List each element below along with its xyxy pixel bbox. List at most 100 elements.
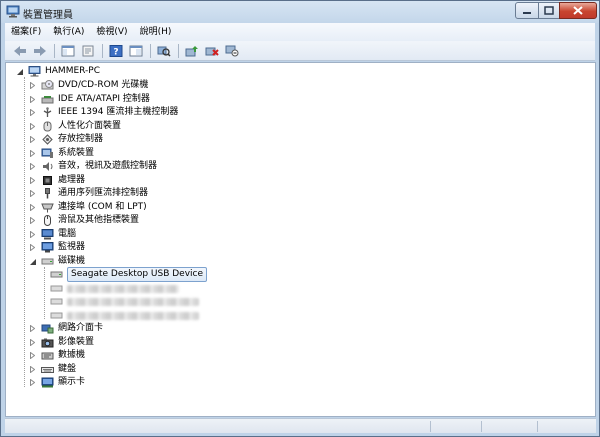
disk-drive-icon bbox=[41, 256, 54, 267]
tree-item-imaging[interactable]: 影像裝置 bbox=[29, 336, 94, 349]
tree-item-storage[interactable]: 存放控制器 bbox=[29, 133, 103, 146]
device-manager-icon bbox=[6, 5, 20, 18]
tree-connector-line bbox=[44, 267, 45, 319]
forward-icon bbox=[33, 45, 46, 56]
tree-item-label: 連接埠 (COM 和 LPT) bbox=[58, 202, 147, 212]
disable-button[interactable] bbox=[223, 43, 240, 59]
ieee1394-icon bbox=[41, 107, 54, 118]
tree-item-disk-redacted[interactable] bbox=[50, 295, 199, 308]
expand-arrow-icon[interactable] bbox=[29, 322, 36, 335]
tree-item-seagate-usb[interactable]: Seagate Desktop USB Device bbox=[50, 267, 208, 282]
back-button[interactable] bbox=[11, 43, 28, 59]
tree-item-modem[interactable]: 數據機 bbox=[29, 349, 85, 362]
tree-item-label: IDE ATA/ATAPI 控制器 bbox=[58, 94, 150, 104]
disk-drive-icon bbox=[50, 296, 63, 307]
tree-item-usb[interactable]: 通用序列匯流排控制器 bbox=[29, 187, 148, 200]
expand-arrow-icon[interactable] bbox=[29, 106, 36, 119]
imaging-device-icon bbox=[41, 337, 54, 348]
tree-item-system[interactable]: 系統裝置 bbox=[29, 147, 94, 160]
optical-drive-icon bbox=[41, 80, 54, 91]
tree-item-ide[interactable]: IDE ATA/ATAPI 控制器 bbox=[29, 93, 150, 106]
status-bar-pane bbox=[537, 421, 595, 432]
tree-item-network[interactable]: 網路介面卡 bbox=[29, 322, 103, 335]
collapse-arrow-icon[interactable] bbox=[16, 65, 23, 78]
tree-item-mouse[interactable]: 滑鼠及其他指標裝置 bbox=[29, 214, 139, 227]
tree-item-label: 處理器 bbox=[58, 175, 86, 185]
expand-arrow-icon[interactable] bbox=[29, 133, 36, 146]
keyboard-icon bbox=[41, 364, 54, 375]
ide-controller-icon bbox=[41, 94, 54, 105]
tree-root[interactable]: HAMMER-PC bbox=[16, 65, 100, 78]
tree-item-processor[interactable]: 處理器 bbox=[29, 174, 85, 187]
expand-arrow-icon[interactable] bbox=[29, 241, 36, 254]
expand-arrow-icon[interactable] bbox=[29, 187, 36, 200]
forward-button[interactable] bbox=[31, 43, 48, 59]
help-button[interactable]: ? bbox=[107, 43, 124, 59]
tree-item-computer[interactable]: 電腦 bbox=[29, 228, 76, 241]
tree-item-hid[interactable]: 人性化介面裝置 bbox=[29, 120, 121, 133]
expand-arrow-icon[interactable] bbox=[29, 79, 36, 92]
tree-item-sound[interactable]: 音效，視訊及遊戲控制器 bbox=[29, 160, 157, 173]
close-button[interactable] bbox=[559, 2, 597, 19]
properties-button[interactable] bbox=[79, 43, 96, 59]
console-tree-button[interactable] bbox=[59, 43, 76, 59]
expand-arrow-icon[interactable] bbox=[29, 160, 36, 173]
tree-item-display[interactable]: 顯示卡 bbox=[29, 376, 85, 389]
expand-arrow-icon[interactable] bbox=[29, 214, 36, 227]
disk-drive-icon bbox=[50, 269, 63, 280]
redacted-text bbox=[67, 311, 199, 320]
expand-arrow-icon[interactable] bbox=[29, 93, 36, 106]
device-tree: HAMMER-PC DVD/CD-ROM 光碟機 IDE ATA/ATAPI 控… bbox=[5, 62, 596, 417]
tree-connector-line bbox=[24, 77, 25, 387]
tree-item-label: 監視器 bbox=[58, 242, 86, 252]
expand-arrow-icon[interactable] bbox=[29, 201, 36, 214]
properties-icon bbox=[82, 45, 93, 56]
tree-item-disk-redacted[interactable] bbox=[50, 309, 199, 322]
tree-item-label: 存放控制器 bbox=[58, 134, 104, 144]
processor-icon bbox=[41, 175, 54, 186]
close-icon bbox=[573, 6, 583, 15]
port-icon bbox=[41, 202, 54, 213]
tree-item-disk-redacted[interactable] bbox=[50, 282, 179, 295]
usb-controller-icon bbox=[41, 188, 54, 199]
expand-arrow-icon[interactable] bbox=[29, 376, 36, 389]
back-icon bbox=[13, 45, 26, 56]
storage-controller-icon bbox=[41, 134, 54, 145]
network-adapter-icon bbox=[41, 323, 54, 334]
expand-arrow-icon[interactable] bbox=[29, 336, 36, 349]
redacted-text bbox=[67, 297, 199, 306]
menu-file[interactable]: 檔案(F) bbox=[5, 23, 47, 41]
mouse-icon bbox=[41, 215, 54, 226]
menu-view[interactable]: 檢視(V) bbox=[90, 23, 133, 41]
selected-device-label: Seagate Desktop USB Device bbox=[67, 267, 208, 282]
uninstall-button[interactable] bbox=[203, 43, 220, 59]
tree-item-ports[interactable]: 連接埠 (COM 和 LPT) bbox=[29, 201, 147, 214]
scan-hardware-button[interactable] bbox=[155, 43, 172, 59]
expand-arrow-icon[interactable] bbox=[29, 120, 36, 133]
expand-arrow-icon[interactable] bbox=[29, 349, 36, 362]
disk-drive-icon bbox=[50, 283, 63, 294]
modem-icon bbox=[41, 350, 54, 361]
minimize-button[interactable] bbox=[515, 2, 539, 19]
tree-item-dvd-cdrom[interactable]: DVD/CD-ROM 光碟機 bbox=[29, 79, 148, 92]
menu-bar: 檔案(F) 執行(A) 檢視(V) 說明(H) bbox=[5, 23, 595, 41]
view-button[interactable] bbox=[127, 43, 144, 59]
console-tree-icon bbox=[61, 45, 74, 56]
tree-item-label: 系統裝置 bbox=[58, 148, 95, 158]
tree-item-label: 數據機 bbox=[58, 350, 86, 360]
maximize-button[interactable] bbox=[538, 2, 560, 19]
expand-arrow-icon[interactable] bbox=[29, 147, 36, 160]
expand-arrow-icon[interactable] bbox=[29, 174, 36, 187]
menu-action[interactable]: 執行(A) bbox=[47, 23, 90, 41]
collapse-arrow-icon[interactable] bbox=[29, 255, 36, 268]
help-icon: ? bbox=[109, 44, 122, 57]
tree-item-ieee1394[interactable]: IEEE 1394 匯流排主機控制器 bbox=[29, 106, 178, 119]
menu-help[interactable]: 說明(H) bbox=[134, 23, 178, 41]
tree-item-label: DVD/CD-ROM 光碟機 bbox=[58, 80, 149, 90]
tree-item-keyboard[interactable]: 鍵盤 bbox=[29, 363, 76, 376]
update-driver-button[interactable] bbox=[183, 43, 200, 59]
expand-arrow-icon[interactable] bbox=[29, 363, 36, 376]
uninstall-icon bbox=[205, 47, 219, 56]
tree-item-monitor[interactable]: 監視器 bbox=[29, 241, 85, 254]
expand-arrow-icon[interactable] bbox=[29, 228, 36, 241]
